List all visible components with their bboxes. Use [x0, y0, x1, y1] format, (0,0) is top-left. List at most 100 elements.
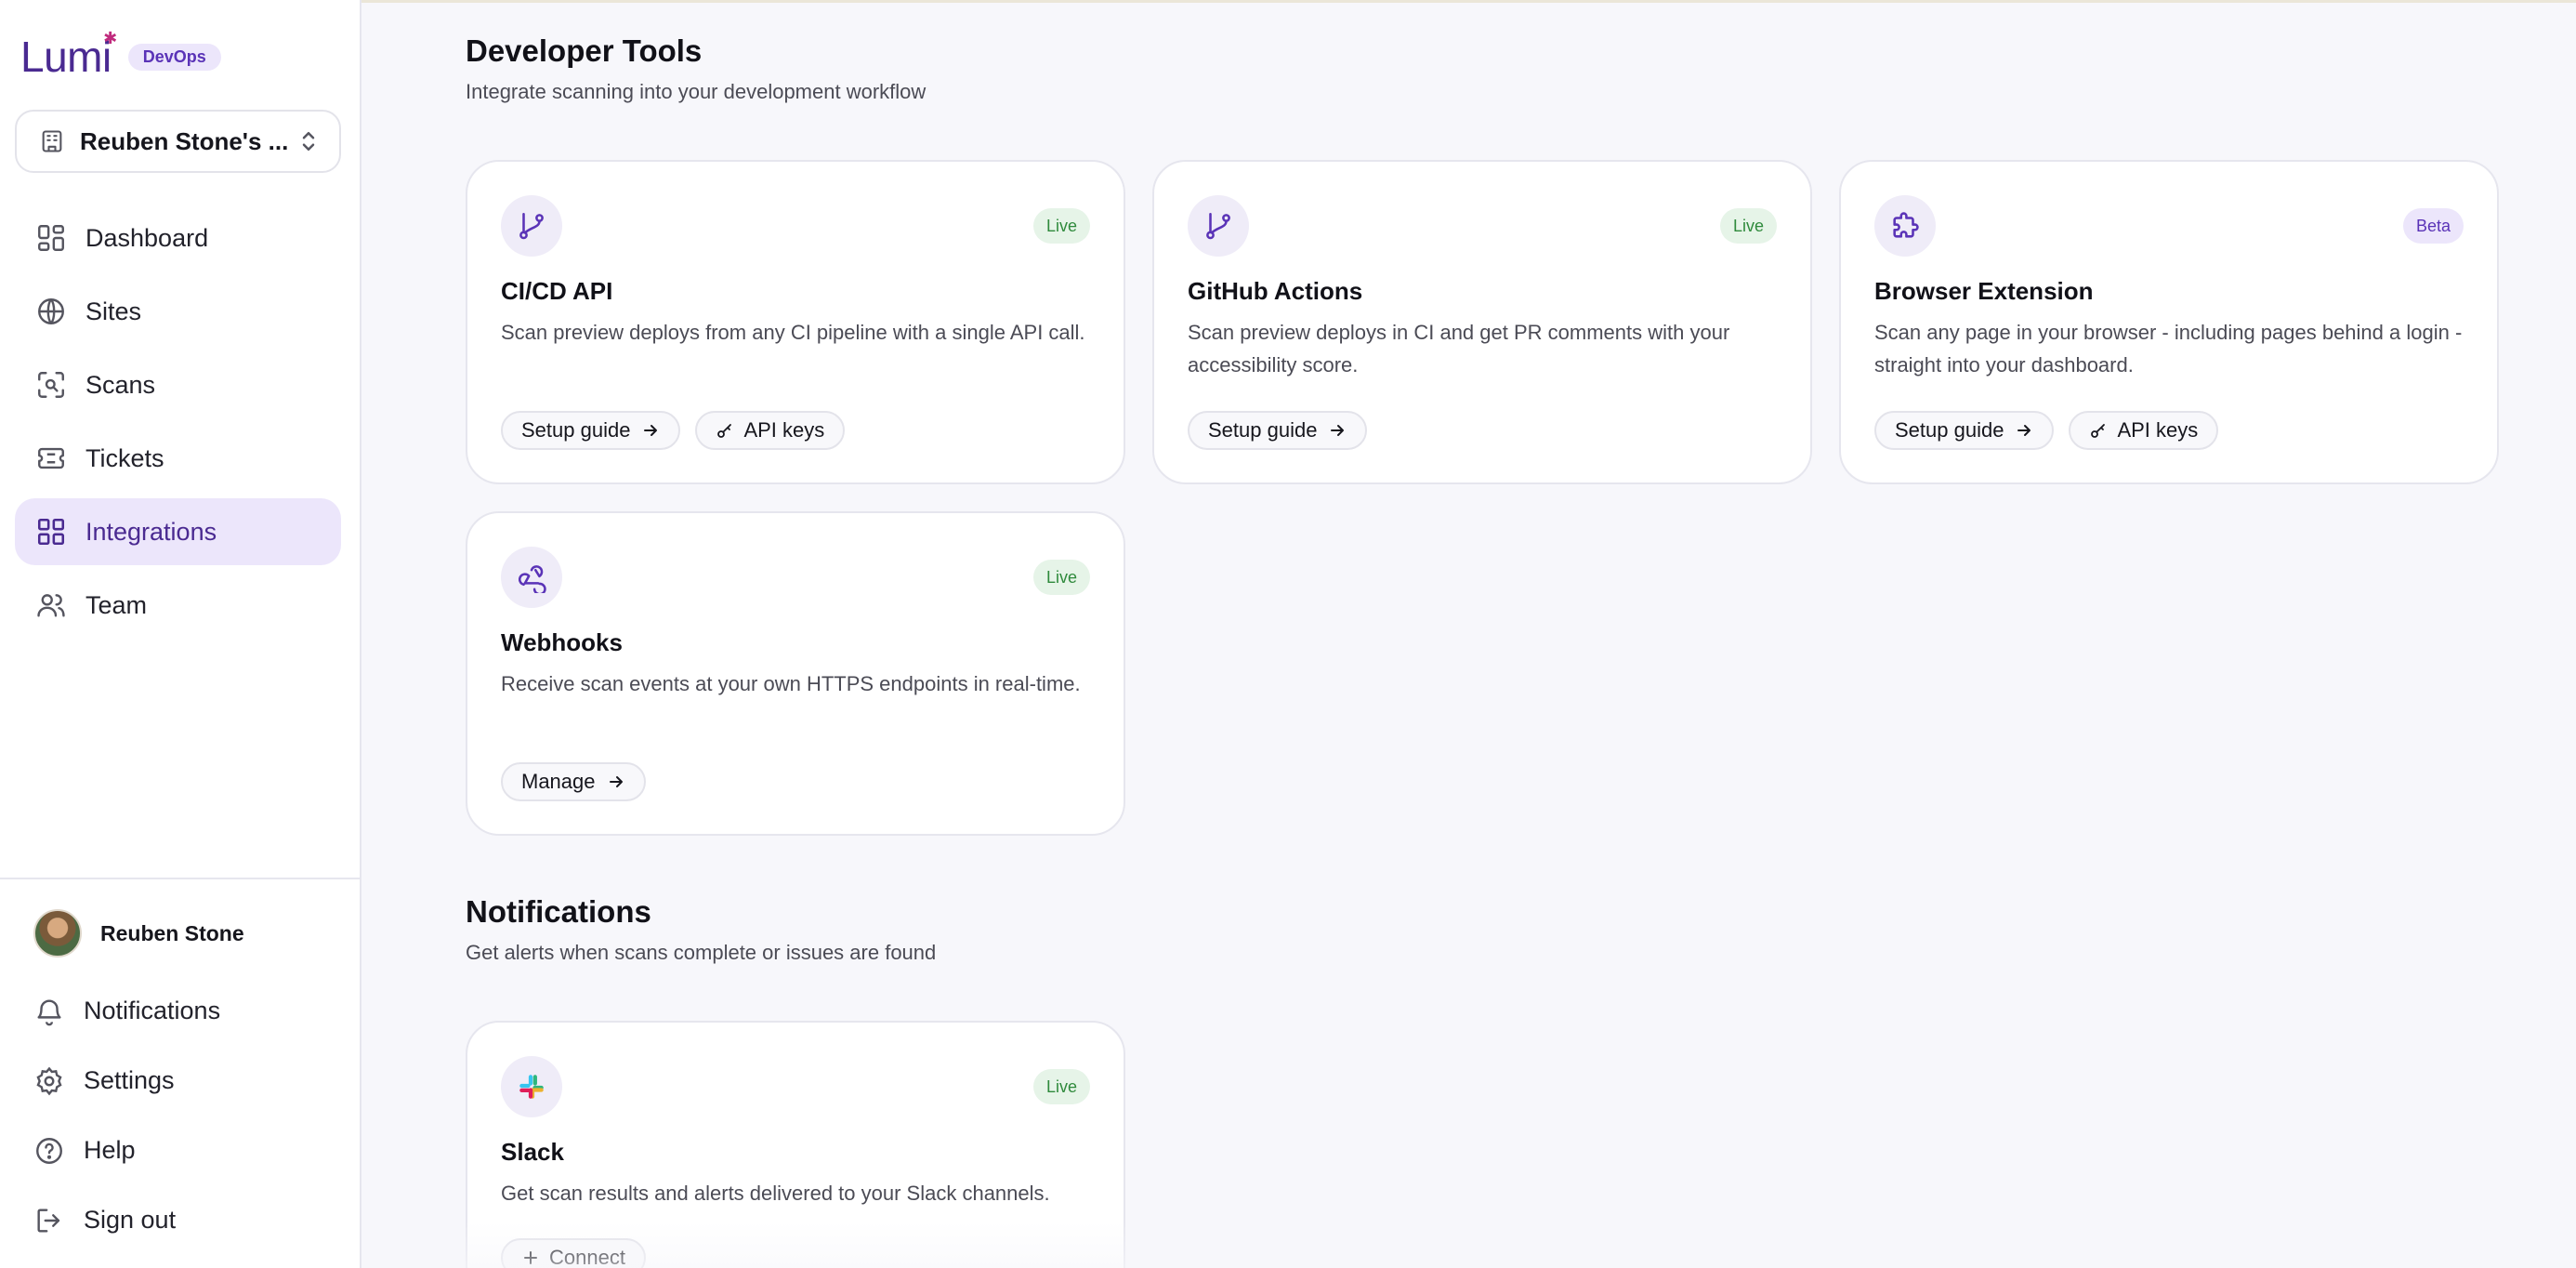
sidebar-item-label: Help [84, 1136, 136, 1164]
status-badge: Live [1032, 560, 1090, 595]
card-actions: Manage [501, 762, 646, 801]
logo-sparkle-icon: ✱ [103, 29, 117, 47]
logo-text: Lumi [20, 33, 112, 81]
card-icon [1188, 195, 1249, 257]
button-label: Connect [549, 1246, 625, 1268]
integration-card-cicd-api: Live CI/CD API Scan preview deploys from… [466, 160, 1125, 484]
sidebar: Lumi ✱ DevOps Reuben Stone's ... Dashboa… [0, 0, 361, 1268]
sidebar-item-notifications[interactable]: Notifications [15, 976, 341, 1046]
app-window: Lumi ✱ DevOps Reuben Stone's ... Dashboa… [0, 0, 2576, 1268]
card-title: GitHub Actions [1188, 277, 1363, 305]
setup-guide-button[interactable]: Setup guide [501, 411, 681, 450]
integration-card-webhooks: Live Webhooks Receive scan events at you… [466, 511, 1125, 836]
plan-badge: DevOps [127, 43, 221, 71]
api-keys-button[interactable]: API keys [695, 411, 846, 450]
card-description: Scan preview deploys from any CI pipelin… [501, 321, 1085, 344]
scan-icon [38, 372, 64, 398]
sidebar-item-dashboard[interactable]: Dashboard [15, 205, 341, 271]
sidebar-item-sign-out[interactable]: Sign out [15, 1185, 341, 1255]
integration-card-github-actions: Live GitHub Actions Scan preview deploys… [1152, 160, 1812, 484]
status-badge: Live [1719, 208, 1777, 244]
developer-tools-title: Developer Tools [466, 33, 703, 68]
dashboard-icon [38, 225, 64, 251]
brand: Lumi ✱ DevOps [20, 30, 221, 81]
button-label: API keys [2117, 418, 2199, 442]
globe-icon [38, 298, 64, 324]
sidebar-item-label: Tickets [85, 443, 164, 472]
card-actions: Setup guide API keys [1874, 411, 2219, 450]
sidebar-item-help[interactable]: Help [15, 1116, 341, 1185]
api-keys-button[interactable]: API keys [2069, 411, 2219, 450]
sign-out-icon [37, 1208, 60, 1233]
card-icon [501, 547, 562, 608]
key-icon [2091, 424, 2106, 438]
ticket-icon [38, 447, 64, 469]
integration-card-browser-extension: Beta Browser Extension Scan any page in … [1839, 160, 2499, 484]
button-label: Setup guide [521, 418, 631, 442]
card-icon [501, 195, 562, 257]
building-icon [42, 130, 62, 152]
workspace-name: Reuben Stone's ... [80, 126, 289, 155]
button-label: Manage [521, 770, 596, 793]
gear-icon [36, 1066, 62, 1095]
sidebar-item-tickets[interactable]: Tickets [15, 425, 341, 492]
arrow-right-icon [2017, 425, 2031, 436]
main-nav: Dashboard Sites Scans Tickets Integratio… [15, 205, 341, 645]
setup-guide-button[interactable]: Setup guide [1874, 411, 2055, 450]
slack-icon [519, 1075, 544, 1099]
card-icon [501, 1056, 562, 1117]
sidebar-item-label: Settings [84, 1066, 175, 1094]
integration-card-slack: Live Slack Get scan results and alerts d… [466, 1021, 1125, 1268]
status-badge: Live [1032, 208, 1090, 244]
sidebar-item-label: Notifications [84, 997, 221, 1024]
main-content: Developer Tools Integrate scanning into … [361, 0, 2576, 1268]
sidebar-item-integrations[interactable]: Integrations [15, 498, 341, 565]
chevron-up-down-icon [302, 132, 315, 151]
user-profile[interactable]: Reuben Stone [33, 909, 244, 958]
sidebar-item-label: Dashboard [85, 223, 209, 252]
card-description: Scan any page in your browser - includin… [1874, 321, 2463, 376]
workspace-switcher[interactable]: Reuben Stone's ... [15, 110, 341, 173]
status-badge: Beta [2402, 208, 2464, 244]
status-badge: Live [1032, 1069, 1090, 1104]
logo[interactable]: Lumi ✱ [20, 30, 117, 81]
user-name: Reuben Stone [100, 920, 244, 945]
card-icon [1874, 195, 1936, 257]
card-description: Scan preview deploys in CI and get PR co… [1188, 321, 1730, 376]
bottom-nav: Notifications Settings Help Sign out [15, 976, 341, 1255]
arrow-right-icon [1331, 425, 1345, 436]
avatar [33, 909, 82, 958]
card-title: Webhooks [501, 628, 623, 656]
sidebar-item-scans[interactable]: Scans [15, 351, 341, 418]
bell-icon [37, 999, 61, 1025]
sidebar-item-label: Integrations [85, 517, 217, 546]
card-title: Browser Extension [1874, 277, 2094, 305]
notifications-title: Notifications [466, 894, 651, 929]
card-actions: Setup guide API keys [501, 411, 846, 450]
integrations-icon [37, 518, 65, 546]
manage-button[interactable]: Manage [501, 762, 646, 801]
sidebar-divider [0, 878, 361, 879]
key-icon [717, 424, 732, 438]
webhook-icon [518, 565, 546, 593]
developer-tools-subtitle: Integrate scanning into your development… [466, 80, 927, 103]
sidebar-item-sites[interactable]: Sites [15, 278, 341, 345]
arrow-right-icon [644, 425, 658, 436]
puzzle-icon [1893, 212, 1919, 238]
card-actions: Connect [501, 1238, 646, 1268]
card-title: CI/CD API [501, 277, 613, 305]
sidebar-item-team[interactable]: Team [15, 572, 341, 639]
setup-guide-button[interactable]: Setup guide [1188, 411, 1368, 450]
git-branch-icon [1206, 212, 1230, 240]
sidebar-item-label: Sites [85, 297, 142, 325]
button-label: Setup guide [1895, 418, 2004, 442]
team-icon [37, 594, 65, 617]
notifications-subtitle: Get alerts when scans complete or issues… [466, 941, 937, 964]
arrow-right-icon [609, 776, 623, 787]
card-description: Get scan results and alerts delivered to… [501, 1182, 1050, 1205]
connect-button[interactable]: Connect [501, 1238, 646, 1268]
sidebar-item-settings[interactable]: Settings [15, 1046, 341, 1116]
git-branch-icon [519, 212, 544, 240]
plus-icon [524, 1251, 537, 1264]
card-title: Slack [501, 1138, 564, 1166]
